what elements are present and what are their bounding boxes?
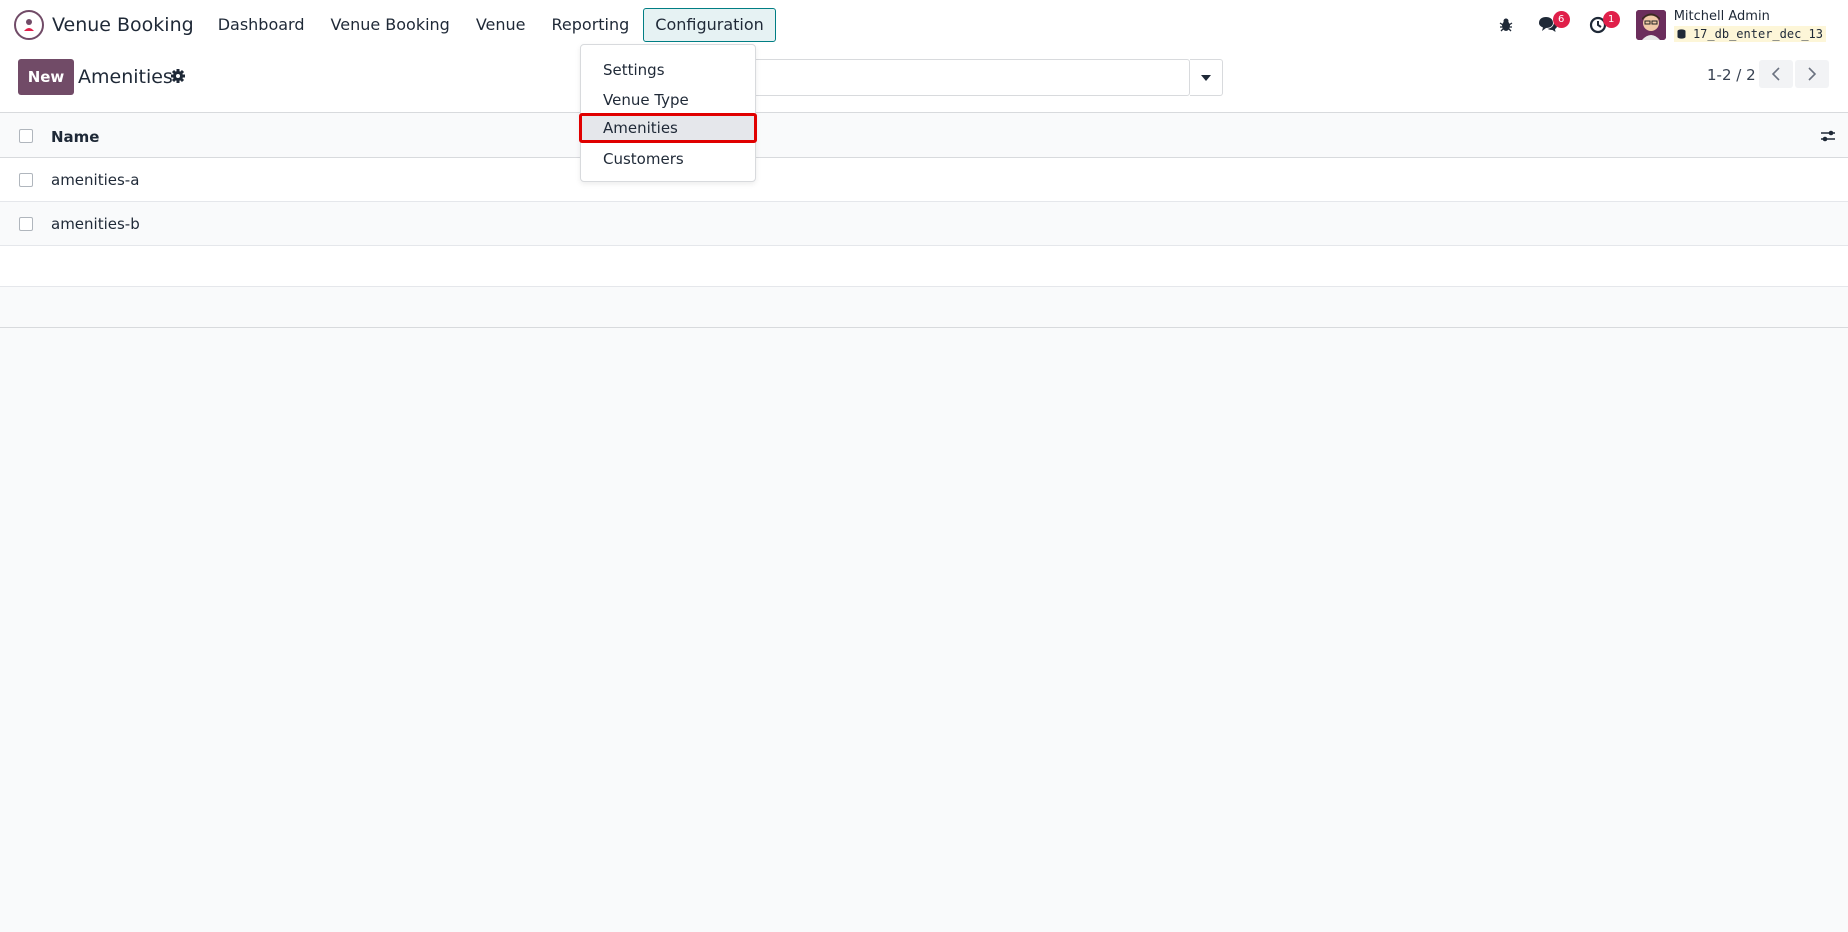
search-input[interactable] — [740, 59, 1190, 96]
top-navbar: Venue Booking Dashboard Venue Booking Ve… — [0, 0, 1848, 50]
user-info: Mitchell Admin 17_db_enter_dec_13 — [1673, 8, 1826, 42]
messages-badge: 6 — [1552, 11, 1570, 28]
list-view: Name amenities-a amenities-b — [0, 114, 1848, 328]
pager-previous-button[interactable] — [1759, 60, 1793, 88]
bug-icon — [1499, 18, 1513, 32]
user-menu[interactable]: Mitchell Admin 17_db_enter_dec_13 — [1635, 8, 1826, 42]
optional-columns-icon[interactable] — [1820, 128, 1836, 144]
menu-dashboard[interactable]: Dashboard — [206, 8, 317, 42]
menu-reporting[interactable]: Reporting — [540, 8, 642, 42]
pager-value[interactable]: 1-2 / 2 — [1707, 66, 1756, 84]
database-icon — [1677, 28, 1686, 39]
caret-down-icon — [1201, 74, 1211, 81]
column-header-name[interactable]: Name — [51, 128, 99, 146]
new-button[interactable]: New — [18, 59, 74, 95]
systray: 6 1 Mitchell Admin 17_db_enter_dec_13 — [1492, 0, 1848, 50]
select-all-checkbox[interactable] — [19, 129, 33, 143]
database-name-text: 17_db_enter_dec_13 — [1692, 26, 1823, 41]
row-checkbox[interactable] — [19, 173, 33, 187]
chevron-right-icon — [1808, 67, 1816, 81]
search-options-toggle[interactable] — [1190, 59, 1223, 96]
menu-configuration[interactable]: Configuration — [643, 8, 776, 42]
row-name-cell[interactable]: amenities-b — [51, 215, 140, 233]
list-header: Name — [0, 114, 1848, 158]
empty-row — [0, 287, 1848, 328]
row-name-cell[interactable]: amenities-a — [51, 171, 139, 189]
activities-badge: 1 — [1602, 11, 1620, 28]
messages-button[interactable]: 6 — [1534, 11, 1570, 39]
table-row[interactable]: amenities-b — [0, 202, 1848, 246]
pager-next-button[interactable] — [1795, 60, 1829, 88]
activities-button[interactable]: 1 — [1584, 11, 1620, 39]
database-name: 17_db_enter_dec_13 — [1673, 25, 1826, 42]
configuration-dropdown: Settings Venue Type Amenities Customers — [579, 44, 757, 182]
app-icon[interactable] — [14, 10, 44, 40]
user-avatar-icon — [1635, 10, 1666, 40]
menu-venue[interactable]: Venue — [464, 8, 538, 42]
avatar[interactable] — [1635, 10, 1666, 40]
user-name: Mitchell Admin — [1673, 8, 1770, 24]
debug-bug-icon[interactable] — [1492, 11, 1520, 39]
person-pin-icon — [24, 19, 34, 31]
gear-icon[interactable] — [170, 68, 186, 84]
empty-row — [0, 246, 1848, 287]
control-panel: New Amenities 1-2 / 2 — [0, 50, 1848, 113]
page-title[interactable]: Amenities — [78, 66, 173, 88]
menu-item-amenities[interactable]: Amenities — [579, 113, 757, 143]
menu-item-customers[interactable]: Customers — [581, 144, 755, 174]
row-checkbox[interactable] — [19, 217, 33, 231]
menu-venue-booking[interactable]: Venue Booking — [319, 8, 462, 42]
menu-item-settings[interactable]: Settings — [581, 55, 755, 85]
app-brand[interactable]: Venue Booking — [14, 10, 206, 40]
table-row[interactable]: amenities-a — [0, 158, 1848, 202]
app-name[interactable]: Venue Booking — [52, 14, 194, 36]
chevron-left-icon — [1772, 67, 1780, 81]
menu-item-venue-type[interactable]: Venue Type — [581, 85, 755, 115]
